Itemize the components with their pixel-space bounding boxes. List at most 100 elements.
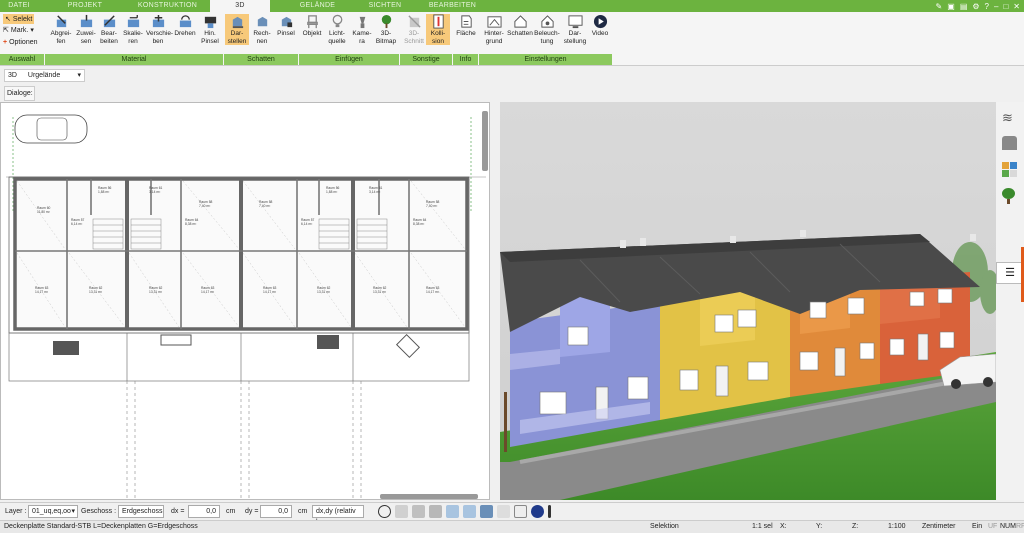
bottom-toolbar: Layer : 01_uq,eq,oo ▾ Geschoss : Erdgesch…: [0, 502, 1024, 526]
status-z: Z:: [852, 523, 859, 530]
room-area: 6,14 m²: [301, 222, 313, 226]
tab-gelaende[interactable]: GELÄNDE: [280, 0, 355, 12]
schatten-darstellen-button[interactable]: Dar-stellen: [225, 14, 249, 45]
room-area: 14,17 m²: [35, 290, 49, 294]
room-area: 13,31 m²: [149, 290, 163, 294]
layers-icon[interactable]: ≋: [1002, 110, 1013, 126]
tab-bearbeiten[interactable]: BEARBEITEN: [415, 0, 490, 12]
dy-input[interactable]: 0,0: [260, 505, 292, 518]
skalieren-button[interactable]: Skalie-ren: [121, 14, 145, 45]
hin-pinsel-button[interactable]: Hin. Pinsel: [198, 14, 222, 45]
mark-button[interactable]: ⇱ Mark. ▾: [3, 26, 34, 35]
status-mode: Selektion: [650, 523, 679, 530]
view-selector-bar: 3D Urgelände ▾: [0, 66, 1024, 86]
chevron-down-icon: ▾: [77, 72, 81, 79]
tab-projekt[interactable]: PROJEKT: [45, 0, 125, 12]
minimize-icon[interactable]: –: [994, 2, 998, 11]
room-area: 1,88 m²: [326, 190, 338, 194]
collision-icon: [432, 14, 444, 29]
copy-icon[interactable]: ▣: [947, 2, 955, 11]
3d-schnitt-button[interactable]: 3D- Schnitt: [402, 14, 426, 45]
3d-view[interactable]: [500, 102, 996, 500]
cursor-icon: ↖: [5, 15, 11, 23]
paste-icon[interactable]: ▤: [960, 2, 968, 11]
darstellung-button[interactable]: Dar-stellung: [562, 14, 588, 45]
edit-material-icon: [103, 15, 115, 28]
close-icon[interactable]: ✕: [1013, 2, 1020, 11]
tab-sichten[interactable]: SICHTEN: [355, 0, 415, 12]
snap-icon[interactable]: [412, 505, 425, 518]
grid-snap-icon[interactable]: [429, 505, 442, 518]
status-unit: Zentimeter: [922, 523, 956, 530]
coordinate-mode-select[interactable]: dx,dy (relativ ka: [312, 505, 364, 526]
section-cut-icon: [407, 15, 421, 28]
kamera-button[interactable]: Kame-ra: [350, 14, 374, 45]
armchair-icon[interactable]: [1002, 136, 1017, 150]
hintergrund-button[interactable]: Hinter-grund: [481, 14, 507, 45]
tab-datei[interactable]: DATEI: [0, 0, 38, 12]
room-area: 8,38 m²: [413, 222, 425, 226]
camera-icon: [359, 16, 365, 29]
schatten-rechnen-button[interactable]: Rech-nen: [250, 14, 274, 45]
chair-icon: [306, 15, 318, 29]
schatten-settings-button[interactable]: Schatten: [506, 14, 534, 38]
room-area: 14,17 m²: [426, 290, 440, 294]
status-rf: RF: [1016, 523, 1024, 530]
kollision-button[interactable]: Kolli-sion: [426, 14, 450, 45]
layer-stack-icon[interactable]: [480, 505, 493, 518]
floor-plan-view[interactable]: Raum 56 1,88 m² Raum 60 11,80 m² Raum 63…: [0, 102, 490, 501]
dx-input[interactable]: 0,0: [188, 505, 220, 518]
abgreifen-button[interactable]: Abgrei-fen: [49, 14, 73, 45]
lichtquelle-button[interactable]: Licht-quelle: [325, 14, 349, 45]
selekt-button[interactable]: ↖ Selekt: [3, 14, 35, 24]
optionen-button[interactable]: + Optionen: [3, 38, 38, 47]
line-snap-icon[interactable]: [463, 505, 476, 518]
angle-icon[interactable]: [446, 505, 459, 518]
area-icon: [460, 15, 472, 28]
grid-icon[interactable]: [514, 505, 527, 518]
shadow-display-icon: [232, 16, 243, 29]
mark-icon: ⇱: [3, 27, 9, 34]
status-x: X:: [780, 523, 787, 530]
beleuchtung-button[interactable]: Beleuch-tung: [534, 14, 560, 45]
paintbrush-icon: [204, 16, 216, 29]
zuweisen-button[interactable]: Zuwei-sen: [74, 14, 98, 45]
dy-label: dy =: [245, 508, 259, 515]
video-button[interactable]: Video: [588, 14, 612, 38]
maximize-icon[interactable]: □: [1003, 2, 1008, 11]
brush-icon[interactable]: ✎: [936, 2, 943, 11]
help-icon[interactable]: ?: [985, 2, 989, 11]
objekt-button[interactable]: Objekt: [300, 14, 324, 38]
dx-label: dx =: [171, 508, 185, 515]
plan-vertical-scrollbar[interactable]: [482, 111, 488, 171]
view-icon[interactable]: [497, 505, 510, 518]
verschieben-button[interactable]: Verschie-ben: [146, 14, 173, 45]
drehen-button[interactable]: Drehen: [172, 14, 198, 38]
move-icon: [152, 14, 164, 28]
layer-select[interactable]: 01_uq,eq,oo ▾: [28, 505, 78, 518]
clock-icon[interactable]: [378, 505, 391, 518]
settings-icon[interactable]: ⚙: [972, 2, 979, 11]
view-selector[interactable]: 3D Urgelände ▾: [4, 69, 85, 82]
material-palette-icon[interactable]: [1002, 162, 1017, 177]
dx-unit: cm: [226, 508, 236, 515]
menu-icon[interactable]: ☰: [996, 262, 1024, 284]
geschoss-select[interactable]: Erdgeschoss▾: [118, 505, 164, 526]
plan-horizontal-scrollbar[interactable]: [380, 494, 478, 499]
lightbulb-icon: [332, 14, 342, 28]
flaeche-button[interactable]: Fläche: [454, 14, 478, 38]
status-bar: Deckenplatte Standard-STB L=Deckenplatte…: [0, 520, 1024, 533]
north-icon[interactable]: [531, 505, 544, 518]
screen-icon[interactable]: [395, 505, 408, 518]
tab-3d[interactable]: 3D: [210, 0, 270, 12]
room-area: 6,14 m²: [71, 222, 83, 226]
bearbeiten-button[interactable]: Bear-beiten: [97, 14, 121, 45]
monitor-icon: [567, 15, 583, 29]
tab-konstruktion[interactable]: KONSTRUKTION: [125, 0, 210, 12]
background-icon: [486, 16, 502, 28]
tree-icon[interactable]: [1002, 188, 1017, 204]
3d-bitmap-button[interactable]: 3D- Bitmap: [374, 14, 398, 45]
room-area: 11,80 m²: [37, 210, 51, 214]
play-icon: [593, 14, 607, 29]
schatten-pinsel-button[interactable]: Pinsel: [274, 14, 298, 38]
